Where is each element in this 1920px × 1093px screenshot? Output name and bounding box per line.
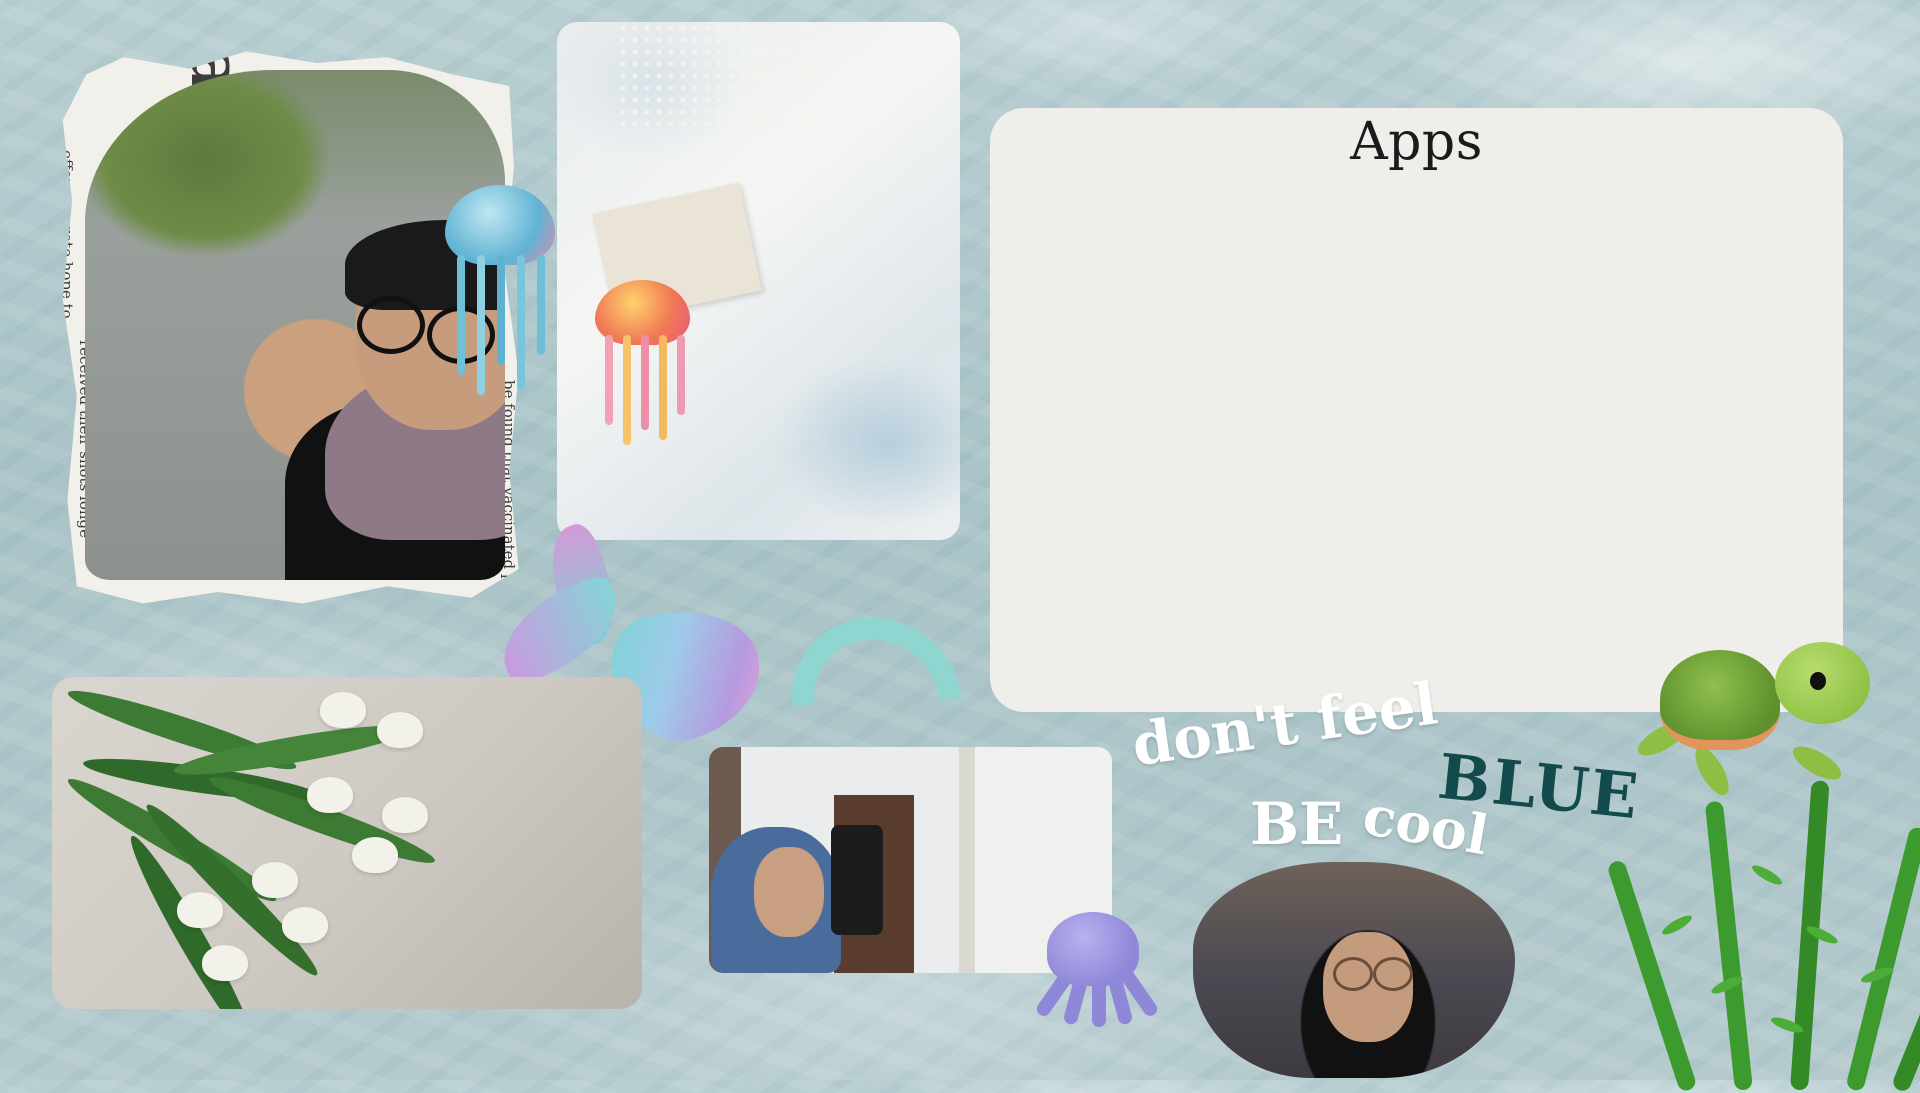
glasses-lens: [357, 296, 425, 354]
apps-widget[interactable]: Apps: [990, 108, 1843, 712]
turtle-eye-icon: [1810, 672, 1826, 690]
jellyfish-blue-icon: [445, 185, 555, 395]
photo-face: [754, 847, 824, 937]
tulips-photo: [52, 677, 642, 1009]
selfie-photo: [85, 70, 505, 580]
heart-selfie-photo: [1193, 862, 1515, 1078]
turtle-shell-icon: [1660, 650, 1780, 750]
newspaper-line: those who tested: [58, 340, 66, 470]
babys-breath-flowers: [617, 22, 817, 132]
newspaper-line: offer concrete hope to: [58, 150, 76, 319]
quote-text-be: BE: [1250, 790, 1344, 858]
octopus-head-icon: [1047, 912, 1139, 986]
quote-text-be-cool: BE cool: [1250, 783, 1493, 868]
jellyfish-pink-icon: [595, 280, 690, 445]
apps-title: Apps: [1350, 112, 1483, 172]
quote-text-cool: cool: [1358, 782, 1494, 868]
seaweed-icon: [1606, 760, 1920, 1093]
photo-phone: [831, 825, 883, 935]
